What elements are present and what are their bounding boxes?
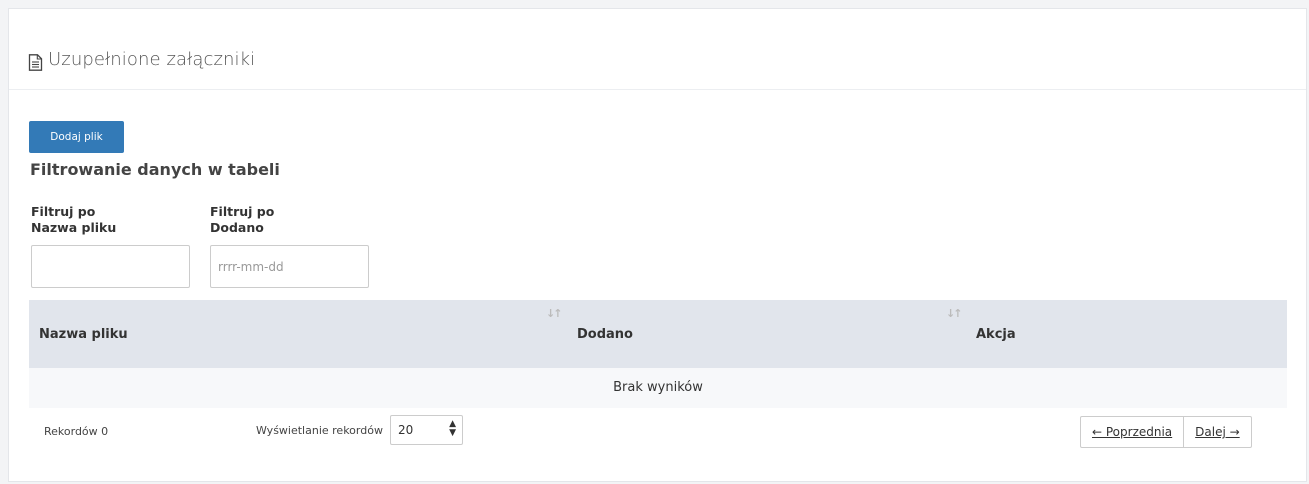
column-header-label: Akcja (976, 327, 1016, 342)
select-arrows-icon: ▲ ▼ (449, 419, 456, 438)
filter-label-filename: Filtruj po Nazwa pliku (31, 204, 181, 236)
attachments-panel: Uzupełnione załączniki Dodaj plik Filtro… (8, 8, 1307, 482)
panel-header: Uzupełnione załączniki (9, 9, 1306, 90)
next-page-link[interactable]: Dalej → (1183, 417, 1251, 447)
column-header-label: Nazwa pliku (39, 327, 128, 342)
filename-filter-input[interactable] (31, 245, 190, 288)
column-header-filename[interactable]: Nazwa pliku (39, 300, 539, 368)
sort-icon[interactable]: ↓↑ (946, 307, 963, 320)
column-header-added[interactable]: ↓↑ Dodano (546, 300, 946, 368)
column-header-label: Dodano (577, 327, 633, 342)
add-file-button[interactable]: Dodaj plik (29, 121, 124, 153)
column-header-action[interactable]: ↓↑ Akcja (946, 300, 1276, 368)
sort-icon[interactable]: ↓↑ (546, 307, 563, 320)
empty-table-message: Brak wyników (29, 368, 1287, 408)
document-icon (28, 54, 43, 71)
filter-label-line: Filtruj po (31, 204, 96, 219)
table-header-row: Nazwa pliku ↓↑ Dodano ↓↑ Akcja (29, 300, 1287, 368)
filter-label-line: Dodano (210, 220, 264, 235)
filter-label-line: Filtruj po (210, 204, 275, 219)
page-size-value: 20 (398, 423, 414, 437)
filter-label-line: Nazwa pliku (31, 220, 117, 235)
date-filter-input[interactable] (210, 245, 369, 288)
page-size-label: Wyświetlanie rekordów (256, 424, 383, 437)
filter-heading: Filtrowanie danych w tabeli (30, 160, 280, 179)
page-title: Uzupełnione załączniki (48, 49, 256, 70)
filter-label-added: Filtruj po Dodano (210, 204, 360, 236)
page-size-select[interactable]: 20 ▲ ▼ (390, 415, 463, 445)
previous-page-link[interactable]: ← Poprzednia (1081, 417, 1183, 447)
records-count: Rekordów 0 (44, 425, 109, 438)
pagination: ← Poprzednia Dalej → (1080, 416, 1252, 448)
